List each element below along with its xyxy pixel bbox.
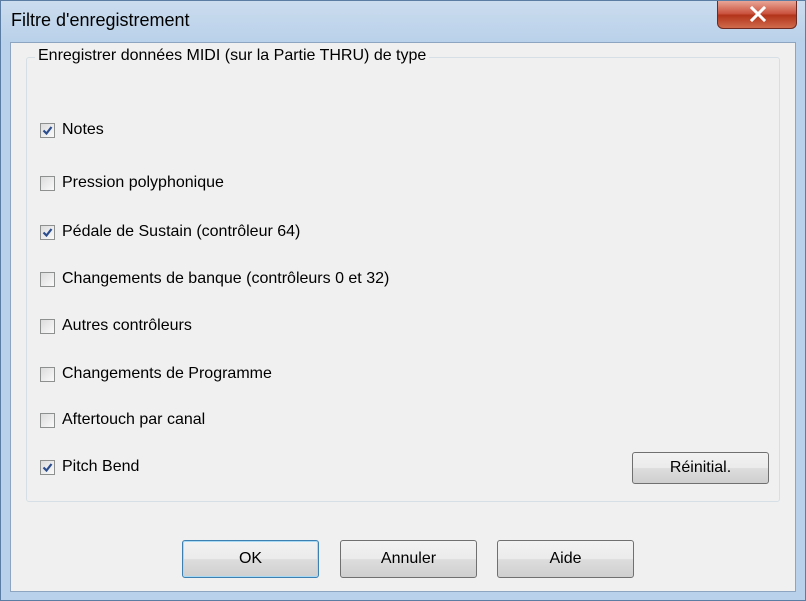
checkbox-sustain-pedal[interactable]: Pédale de Sustain (contrôleur 64) <box>40 219 300 245</box>
checkbox-box[interactable] <box>40 175 55 191</box>
checkbox-box[interactable] <box>40 224 55 240</box>
checkbox-label: Notes <box>62 121 104 138</box>
window-title: Filtre d'enregistrement <box>11 10 190 30</box>
checkbox-label: Pédale de Sustain (contrôleur 64) <box>62 223 301 240</box>
checkbox-label: Pitch Bend <box>62 458 140 475</box>
checkbox-label: Changements de Programme <box>62 365 272 382</box>
checkbox-label: Pression polyphonique <box>62 174 224 191</box>
checkbox-box[interactable] <box>40 412 55 428</box>
checkbox-box[interactable] <box>40 271 55 287</box>
groupbox-label: Enregistrer données MIDI (sur la Partie … <box>35 47 430 65</box>
checkbox-box[interactable] <box>40 318 55 334</box>
reset-button[interactable]: Réinitial. <box>632 452 769 484</box>
close-button[interactable] <box>717 1 797 29</box>
checkbox-polyphonic-pressure[interactable]: Pression polyphonique <box>40 170 224 196</box>
cancel-button[interactable]: Annuler <box>340 540 477 578</box>
checkmark-icon <box>42 125 53 135</box>
checkbox-pitch-bend[interactable]: Pitch Bend <box>40 454 139 480</box>
ok-button[interactable]: OK <box>182 540 319 578</box>
checkbox-label: Aftertouch par canal <box>62 411 206 428</box>
checkbox-bank-changes[interactable]: Changements de banque (contrôleurs 0 et … <box>40 266 389 292</box>
checkbox-label: Changements de banque (contrôleurs 0 et … <box>62 270 390 287</box>
checkmark-icon <box>42 462 53 472</box>
checkbox-label: Autres contrôleurs <box>62 317 192 334</box>
checkbox-channel-aftertouch[interactable]: Aftertouch par canal <box>40 407 205 433</box>
title-bar[interactable]: Filtre d'enregistrement <box>1 1 805 42</box>
checkbox-box[interactable] <box>40 122 55 138</box>
checkmark-icon <box>42 227 53 237</box>
help-button[interactable]: Aide <box>497 540 634 578</box>
checkbox-box[interactable] <box>40 366 55 382</box>
close-x-icon <box>749 6 767 22</box>
checkbox-other-controllers[interactable]: Autres contrôleurs <box>40 313 192 339</box>
checkbox-program-changes[interactable]: Changements de Programme <box>40 361 272 387</box>
checkbox-box[interactable] <box>40 459 55 475</box>
checkbox-notes[interactable]: Notes <box>40 117 104 143</box>
